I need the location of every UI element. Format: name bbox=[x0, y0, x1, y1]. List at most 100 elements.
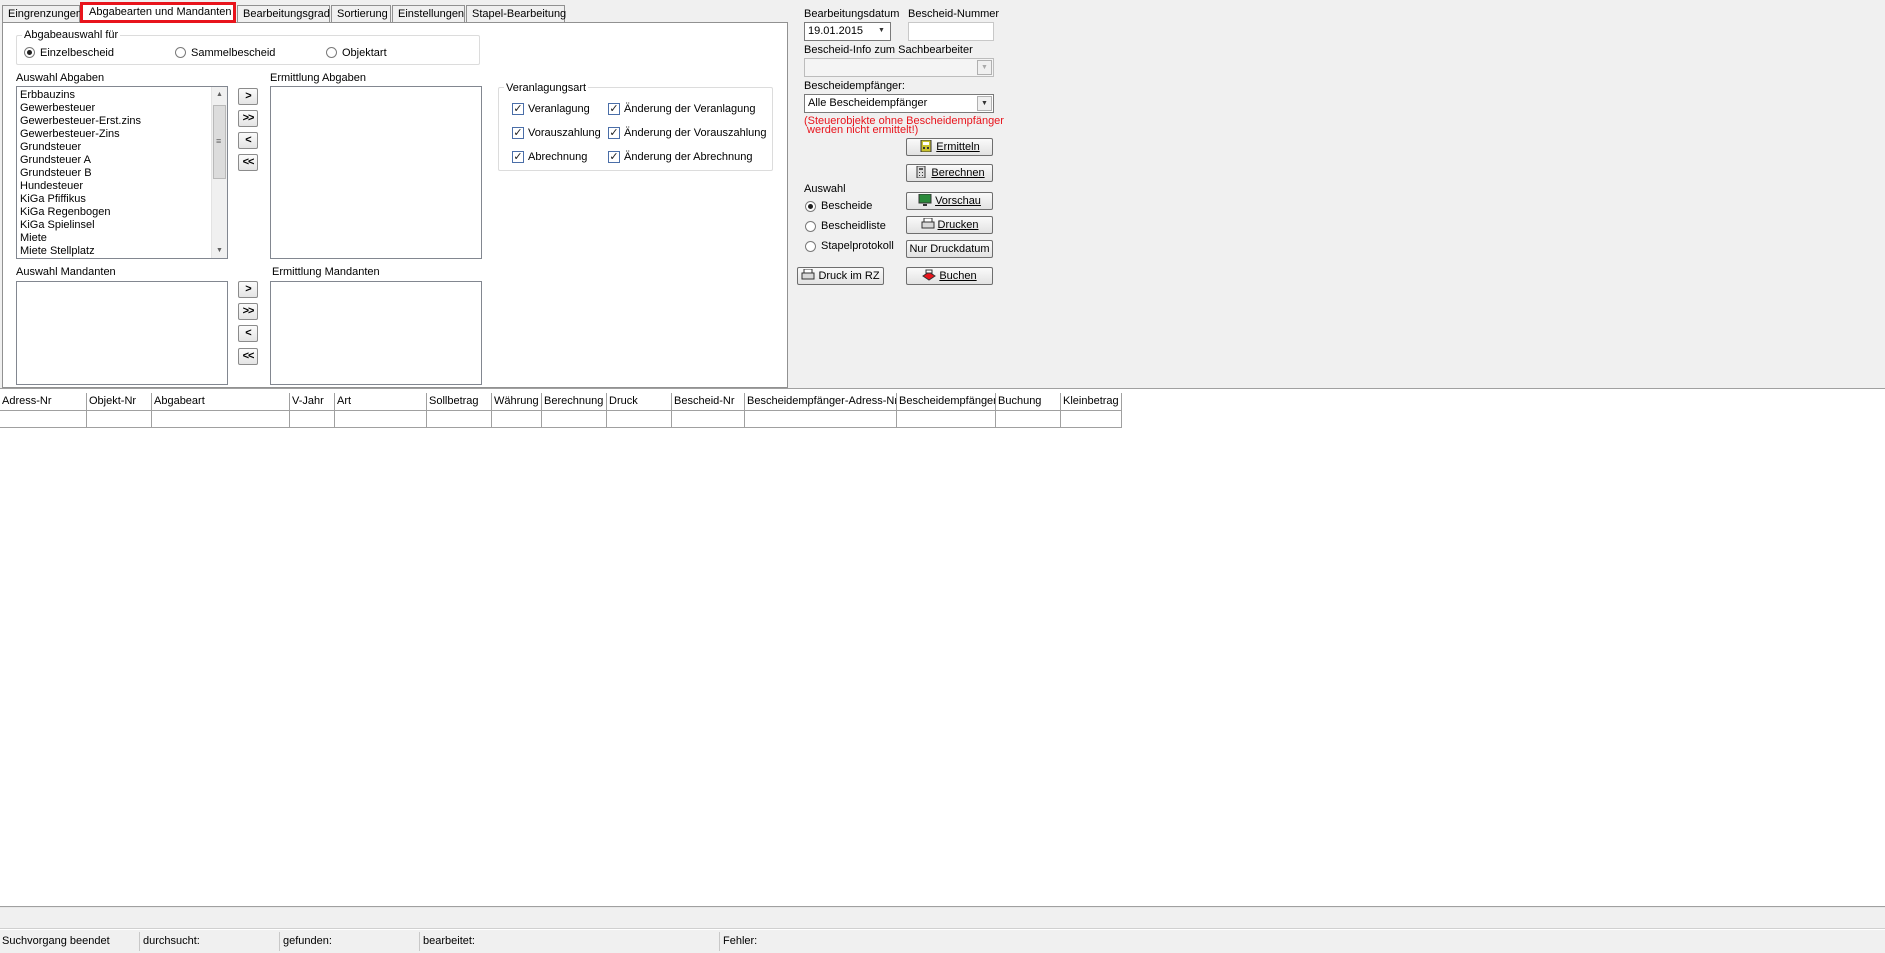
list-item[interactable]: KiGa Regenbogen bbox=[17, 206, 227, 219]
vorauszahlung-label[interactable]: Vorauszahlung bbox=[528, 127, 601, 140]
veranlagung-label[interactable]: Veranlagung bbox=[528, 103, 590, 116]
objektart-radio[interactable] bbox=[326, 47, 337, 58]
add-mandant-button[interactable]: > bbox=[238, 281, 258, 298]
list-item[interactable]: Gewerbesteuer bbox=[17, 102, 227, 115]
list-item[interactable]: Gewerbesteuer-Erst.zins bbox=[17, 115, 227, 128]
ermitteln-button[interactable]: Ermitteln bbox=[906, 138, 993, 156]
bescheide-label[interactable]: Bescheide bbox=[821, 200, 872, 213]
scroll-up-icon[interactable]: ▲ bbox=[212, 87, 227, 102]
chevron-down-icon[interactable]: ▼ bbox=[977, 96, 992, 111]
chevron-down-icon[interactable]: ▼ bbox=[977, 60, 992, 75]
abgaben-scrollbar[interactable]: ▲ ▼ bbox=[211, 87, 227, 258]
ermittlung-mandanten-list[interactable] bbox=[270, 281, 482, 385]
stapelprotokoll-label[interactable]: Stapelprotokoll bbox=[821, 240, 894, 253]
abrechnung-checkbox[interactable]: ✓ bbox=[512, 151, 524, 163]
column-header-berechnung[interactable]: Berechnung bbox=[542, 393, 607, 411]
bescheidliste-radio[interactable] bbox=[805, 221, 816, 232]
column-header-sollbetrag[interactable]: Sollbetrag bbox=[427, 393, 492, 411]
column-header-abgabeart[interactable]: Abgabeart bbox=[152, 393, 290, 411]
table-cell[interactable] bbox=[897, 411, 996, 428]
column-header-objekt-nr[interactable]: Objekt-Nr bbox=[87, 393, 152, 411]
bescheide-radio[interactable] bbox=[805, 201, 816, 212]
list-item[interactable]: Miete bbox=[17, 232, 227, 245]
table-cell[interactable] bbox=[152, 411, 290, 428]
bescheidliste-label[interactable]: Bescheidliste bbox=[821, 220, 886, 233]
table-cell[interactable] bbox=[492, 411, 542, 428]
tab-einstellungen[interactable]: Einstellungen bbox=[392, 5, 465, 22]
column-header-bescheidempfaenger[interactable]: Bescheidempfänger bbox=[897, 393, 996, 411]
veranlagung-checkbox[interactable]: ✓ bbox=[512, 103, 524, 115]
table-cell[interactable] bbox=[672, 411, 745, 428]
column-header-art[interactable]: Art bbox=[335, 393, 427, 411]
druck-im-rz-button[interactable]: Druck im RZ bbox=[797, 267, 884, 285]
vorschau-button[interactable]: Vorschau bbox=[906, 192, 993, 210]
list-item[interactable]: Hundesteuer bbox=[17, 180, 227, 193]
remove-abgabe-button[interactable]: < bbox=[238, 132, 258, 149]
list-item[interactable]: Grundsteuer bbox=[17, 141, 227, 154]
tab-abgabearten-und-mandanten[interactable]: Abgabearten und Mandanten bbox=[80, 2, 236, 23]
list-item[interactable]: Erbbauzins bbox=[17, 89, 227, 102]
column-header-buchung[interactable]: Buchung bbox=[996, 393, 1061, 411]
column-header-bescheidempfaenger-adress-nr[interactable]: Bescheidempfänger-Adress-Nr. bbox=[745, 393, 897, 411]
column-header-bescheid-nr[interactable]: Bescheid-Nr bbox=[672, 393, 745, 411]
aenderung-veranlagung-label[interactable]: Änderung der Veranlagung bbox=[624, 103, 756, 116]
table-cell[interactable] bbox=[335, 411, 427, 428]
list-item[interactable]: KiGa Pfiffikus bbox=[17, 193, 227, 206]
remove-all-mandanten-button[interactable]: << bbox=[238, 348, 258, 365]
tab-eingrenzungen[interactable]: Eingrenzungen bbox=[2, 5, 82, 22]
nur-druckdatum-button[interactable]: Nur Druckdatum bbox=[906, 240, 993, 258]
remove-all-abgaben-button[interactable]: << bbox=[238, 154, 258, 171]
table-cell[interactable] bbox=[607, 411, 672, 428]
column-header-druck[interactable]: Druck bbox=[607, 393, 672, 411]
add-abgabe-button[interactable]: > bbox=[238, 88, 258, 105]
table-cell[interactable] bbox=[0, 411, 87, 428]
add-all-mandanten-button[interactable]: >> bbox=[238, 303, 258, 320]
auswahl-mandanten-list[interactable] bbox=[16, 281, 228, 385]
table-cell[interactable] bbox=[745, 411, 897, 428]
tab-sortierung[interactable]: Sortierung bbox=[331, 5, 391, 22]
list-item[interactable]: Grundsteuer A bbox=[17, 154, 227, 167]
bescheid-info-select[interactable]: ▼ bbox=[804, 58, 994, 77]
aenderung-abrechnung-label[interactable]: Änderung der Abrechnung bbox=[624, 151, 752, 164]
tab-bearbeitungsgrad[interactable]: Bearbeitungsgrad bbox=[237, 5, 330, 22]
einzelbescheid-radio[interactable] bbox=[24, 47, 35, 58]
column-header-adress-nr[interactable]: Adress-Nr bbox=[0, 393, 87, 411]
objektart-label[interactable]: Objektart bbox=[342, 47, 387, 60]
einzelbescheid-label[interactable]: Einzelbescheid bbox=[40, 47, 114, 60]
aenderung-vorauszahlung-label[interactable]: Änderung der Vorauszahlung bbox=[624, 127, 767, 140]
stapelprotokoll-radio[interactable] bbox=[805, 241, 816, 252]
ermittlung-abgaben-list[interactable] bbox=[270, 86, 482, 259]
list-item[interactable]: Miete Stellplatz bbox=[17, 245, 227, 258]
bescheidempfaenger-select[interactable]: Alle Bescheidempfänger ▼ bbox=[804, 94, 994, 113]
bescheid-nummer-input[interactable] bbox=[908, 22, 994, 41]
aenderung-vorauszahlung-checkbox[interactable]: ✓ bbox=[608, 127, 620, 139]
scroll-thumb[interactable] bbox=[213, 105, 226, 179]
abrechnung-label[interactable]: Abrechnung bbox=[528, 151, 587, 164]
table-cell[interactable] bbox=[1061, 411, 1122, 428]
table-cell[interactable] bbox=[427, 411, 492, 428]
table-cell[interactable] bbox=[87, 411, 152, 428]
berechnen-button[interactable]: Berechnen bbox=[906, 164, 993, 182]
aenderung-veranlagung-checkbox[interactable]: ✓ bbox=[608, 103, 620, 115]
bearbeitungsdatum-picker[interactable]: 19.01.2015 ▼ bbox=[804, 22, 891, 41]
column-header-v-jahr[interactable]: V-Jahr bbox=[290, 393, 335, 411]
drucken-button[interactable]: Drucken bbox=[906, 216, 993, 234]
table-cell[interactable] bbox=[290, 411, 335, 428]
remove-mandant-button[interactable]: < bbox=[238, 325, 258, 342]
column-header-kleinbetrag[interactable]: Kleinbetrag bbox=[1061, 393, 1122, 411]
tab-stapel-bearbeitung[interactable]: Stapel-Bearbeitung bbox=[466, 5, 566, 22]
add-all-abgaben-button[interactable]: >> bbox=[238, 110, 258, 127]
table-cell[interactable] bbox=[996, 411, 1061, 428]
buchen-button[interactable]: Buchen bbox=[906, 267, 993, 285]
sammelbescheid-radio[interactable] bbox=[175, 47, 186, 58]
sammelbescheid-label[interactable]: Sammelbescheid bbox=[191, 47, 275, 60]
chevron-down-icon[interactable]: ▼ bbox=[874, 24, 889, 39]
aenderung-abrechnung-checkbox[interactable]: ✓ bbox=[608, 151, 620, 163]
vorauszahlung-checkbox[interactable]: ✓ bbox=[512, 127, 524, 139]
auswahl-abgaben-list[interactable]: Erbbauzins Gewerbesteuer Gewerbesteuer-E… bbox=[16, 86, 228, 259]
list-item[interactable]: Gewerbesteuer-Zins bbox=[17, 128, 227, 141]
column-header-waehrung[interactable]: Währung bbox=[492, 393, 542, 411]
scroll-down-icon[interactable]: ▼ bbox=[212, 243, 227, 258]
list-item[interactable]: Grundsteuer B bbox=[17, 167, 227, 180]
list-item[interactable]: KiGa Spielinsel bbox=[17, 219, 227, 232]
